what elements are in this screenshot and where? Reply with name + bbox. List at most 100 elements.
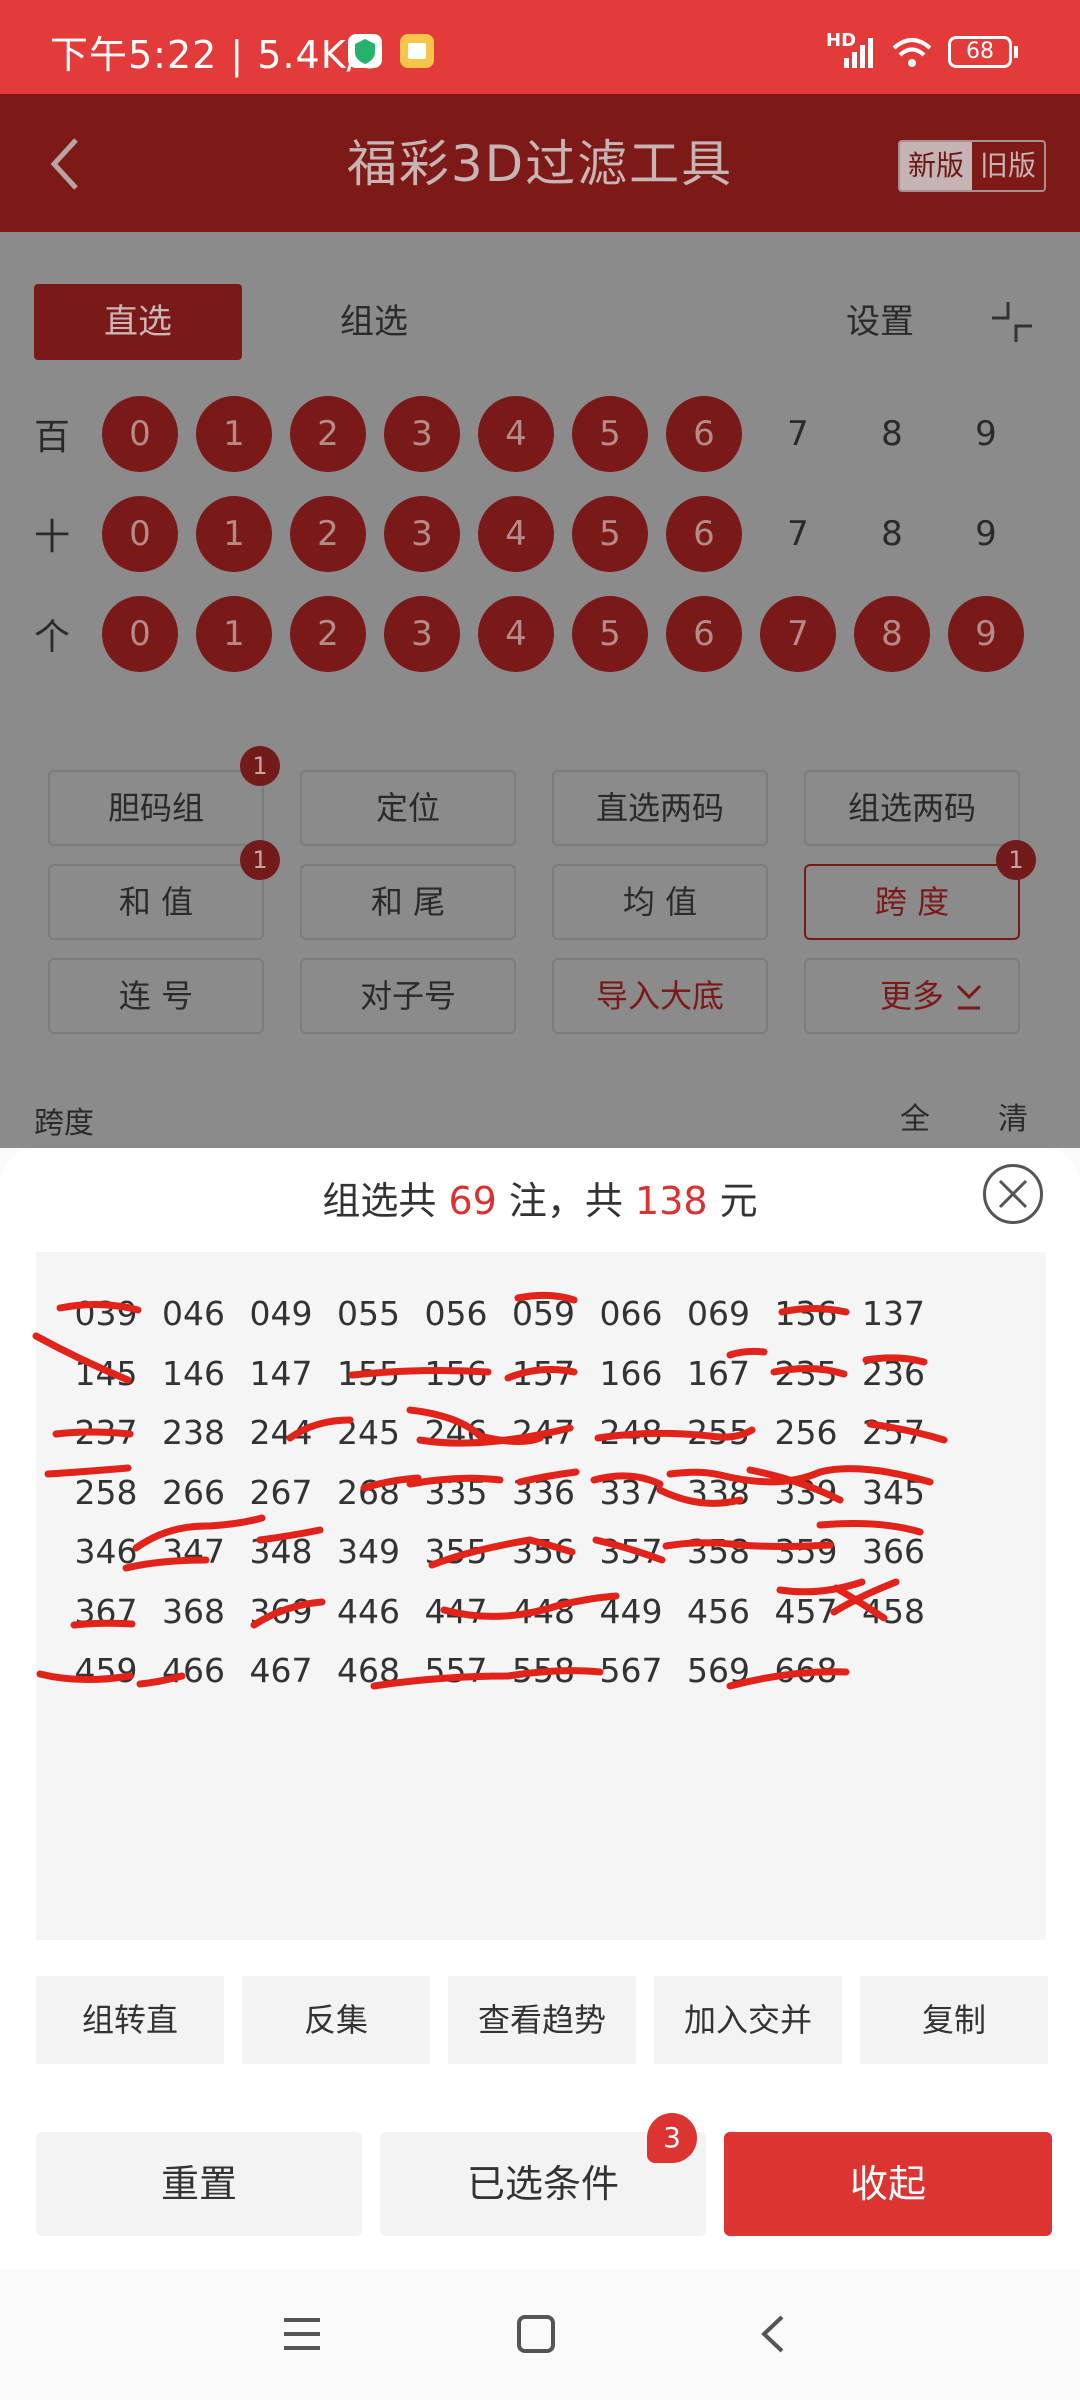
- digit-ball-hundreds[interactable]: 2: [290, 396, 366, 472]
- collapse-corner-icon[interactable]: [990, 300, 1034, 344]
- version-old[interactable]: 旧版: [972, 142, 1044, 190]
- result-number: 449: [599, 1591, 663, 1631]
- result-amount: 138: [635, 1179, 708, 1223]
- result-number: 256: [774, 1413, 838, 1452]
- menu-icon[interactable]: [282, 2314, 322, 2354]
- digit-ball-hundreds[interactable]: 5: [572, 396, 648, 472]
- signal-icon: [844, 38, 873, 68]
- condition-button[interactable]: 组选两码: [804, 770, 1020, 846]
- result-number: 039: [74, 1294, 138, 1333]
- digit-ball-units[interactable]: 3: [384, 596, 460, 672]
- digit-ball-units[interactable]: 7: [760, 596, 836, 672]
- select-all-button[interactable]: 全: [900, 1094, 930, 1138]
- digit-ball-tens[interactable]: 4: [478, 496, 554, 572]
- result-number: 358: [687, 1532, 750, 1571]
- result-number: 248: [599, 1413, 663, 1452]
- digit-ball-tens[interactable]: 6: [666, 496, 742, 572]
- digit-ball-hundreds[interactable]: 8: [854, 396, 930, 472]
- result-number: 266: [162, 1472, 225, 1512]
- reset-button[interactable]: 重置: [36, 2132, 362, 2236]
- result-number: 348: [249, 1532, 313, 1571]
- result-number: 569: [687, 1651, 750, 1690]
- digit-ball-units[interactable]: 5: [572, 596, 648, 672]
- tab-group[interactable]: 组选: [270, 284, 478, 360]
- action-button[interactable]: 加入交并: [654, 1976, 842, 2064]
- action-button[interactable]: 反集: [242, 1976, 430, 2064]
- result-number: 157: [512, 1353, 575, 1393]
- result-number: 355: [424, 1532, 488, 1571]
- span-section-label: 跨度: [34, 1106, 94, 1141]
- digit-ball-tens[interactable]: 0: [102, 496, 178, 572]
- battery-tip: [1014, 46, 1018, 58]
- condition-button[interactable]: 对子号: [300, 958, 516, 1034]
- condition-button[interactable]: 跨 度: [804, 864, 1020, 940]
- digit-ball-tens[interactable]: 7: [760, 496, 836, 572]
- result-number: 347: [162, 1532, 225, 1571]
- action-button[interactable]: 查看趋势: [448, 1976, 636, 2064]
- condition-button[interactable]: 更多: [804, 958, 1020, 1034]
- settings-button[interactable]: 设置: [846, 290, 914, 354]
- digit-ball-hundreds[interactable]: 0: [102, 396, 178, 472]
- condition-button[interactable]: 连 号: [48, 958, 264, 1034]
- result-number: 346: [74, 1532, 138, 1571]
- result-number: 267: [249, 1472, 313, 1512]
- battery-icon: 68: [948, 36, 1012, 68]
- digit-ball-units[interactable]: 0: [102, 596, 178, 672]
- digit-ball-hundreds[interactable]: 3: [384, 396, 460, 472]
- close-icon[interactable]: [983, 1164, 1043, 1224]
- result-number: 166: [599, 1353, 663, 1393]
- digit-ball-tens[interactable]: 9: [948, 496, 1024, 572]
- action-button[interactable]: 组转直: [36, 1976, 224, 2064]
- digit-ball-tens[interactable]: 8: [854, 496, 930, 572]
- digit-ball-units[interactable]: 1: [196, 596, 272, 672]
- version-new[interactable]: 新版: [900, 142, 972, 190]
- result-number: 155: [337, 1353, 400, 1393]
- digit-ball-units[interactable]: 8: [854, 596, 930, 672]
- condition-button[interactable]: 和 尾: [300, 864, 516, 940]
- digit-ball-tens[interactable]: 5: [572, 496, 648, 572]
- condition-button[interactable]: 导入大底: [552, 958, 768, 1034]
- digit-ball-hundreds[interactable]: 9: [948, 396, 1024, 472]
- digit-ball-tens[interactable]: 2: [290, 496, 366, 572]
- condition-button[interactable]: 定位: [300, 770, 516, 846]
- digit-ball-units[interactable]: 9: [948, 596, 1024, 672]
- action-button[interactable]: 复制: [860, 1976, 1048, 2064]
- result-number: 339: [774, 1472, 838, 1512]
- result-number: 257: [862, 1413, 925, 1452]
- result-number: 446: [337, 1591, 400, 1631]
- clear-button[interactable]: 清: [998, 1094, 1028, 1138]
- condition-button[interactable]: 和 值: [48, 864, 264, 940]
- digit-ball-hundreds[interactable]: 4: [478, 396, 554, 472]
- back-icon[interactable]: [754, 2314, 794, 2354]
- collapse-button[interactable]: 收起: [724, 2132, 1052, 2236]
- digit-ball-hundreds[interactable]: 6: [666, 396, 742, 472]
- tab-direct[interactable]: 直选: [34, 284, 242, 360]
- digit-ball-units[interactable]: 6: [666, 596, 742, 672]
- home-icon[interactable]: [516, 2314, 556, 2354]
- row-label-hundreds: 百: [34, 417, 71, 458]
- condition-button[interactable]: 胆码组: [48, 770, 264, 846]
- condition-button[interactable]: 均 值: [552, 864, 768, 940]
- result-number: 338: [687, 1472, 750, 1512]
- digit-ball-hundreds[interactable]: 1: [196, 396, 272, 472]
- system-nav-bar: [0, 2270, 1080, 2400]
- result-number: 458: [862, 1591, 925, 1631]
- condition-button[interactable]: 直选两码: [552, 770, 768, 846]
- result-number: 356: [512, 1532, 575, 1571]
- result-number: 156: [424, 1353, 488, 1393]
- result-number: 357: [599, 1532, 663, 1571]
- digit-ball-units[interactable]: 4: [478, 596, 554, 672]
- result-number: 369: [249, 1591, 313, 1631]
- digit-ball-tens[interactable]: 1: [196, 496, 272, 572]
- result-number: 147: [249, 1353, 313, 1393]
- result-number: 246: [424, 1413, 488, 1452]
- result-number: 359: [774, 1532, 838, 1571]
- result-number: 467: [249, 1651, 313, 1690]
- digit-ball-hundreds[interactable]: 7: [760, 396, 836, 472]
- digit-ball-tens[interactable]: 3: [384, 496, 460, 572]
- version-toggle[interactable]: 新版 旧版: [898, 140, 1046, 192]
- result-number: 238: [162, 1413, 225, 1452]
- result-number: 056: [424, 1294, 488, 1333]
- digit-ball-units[interactable]: 2: [290, 596, 366, 672]
- result-number: 055: [337, 1294, 400, 1333]
